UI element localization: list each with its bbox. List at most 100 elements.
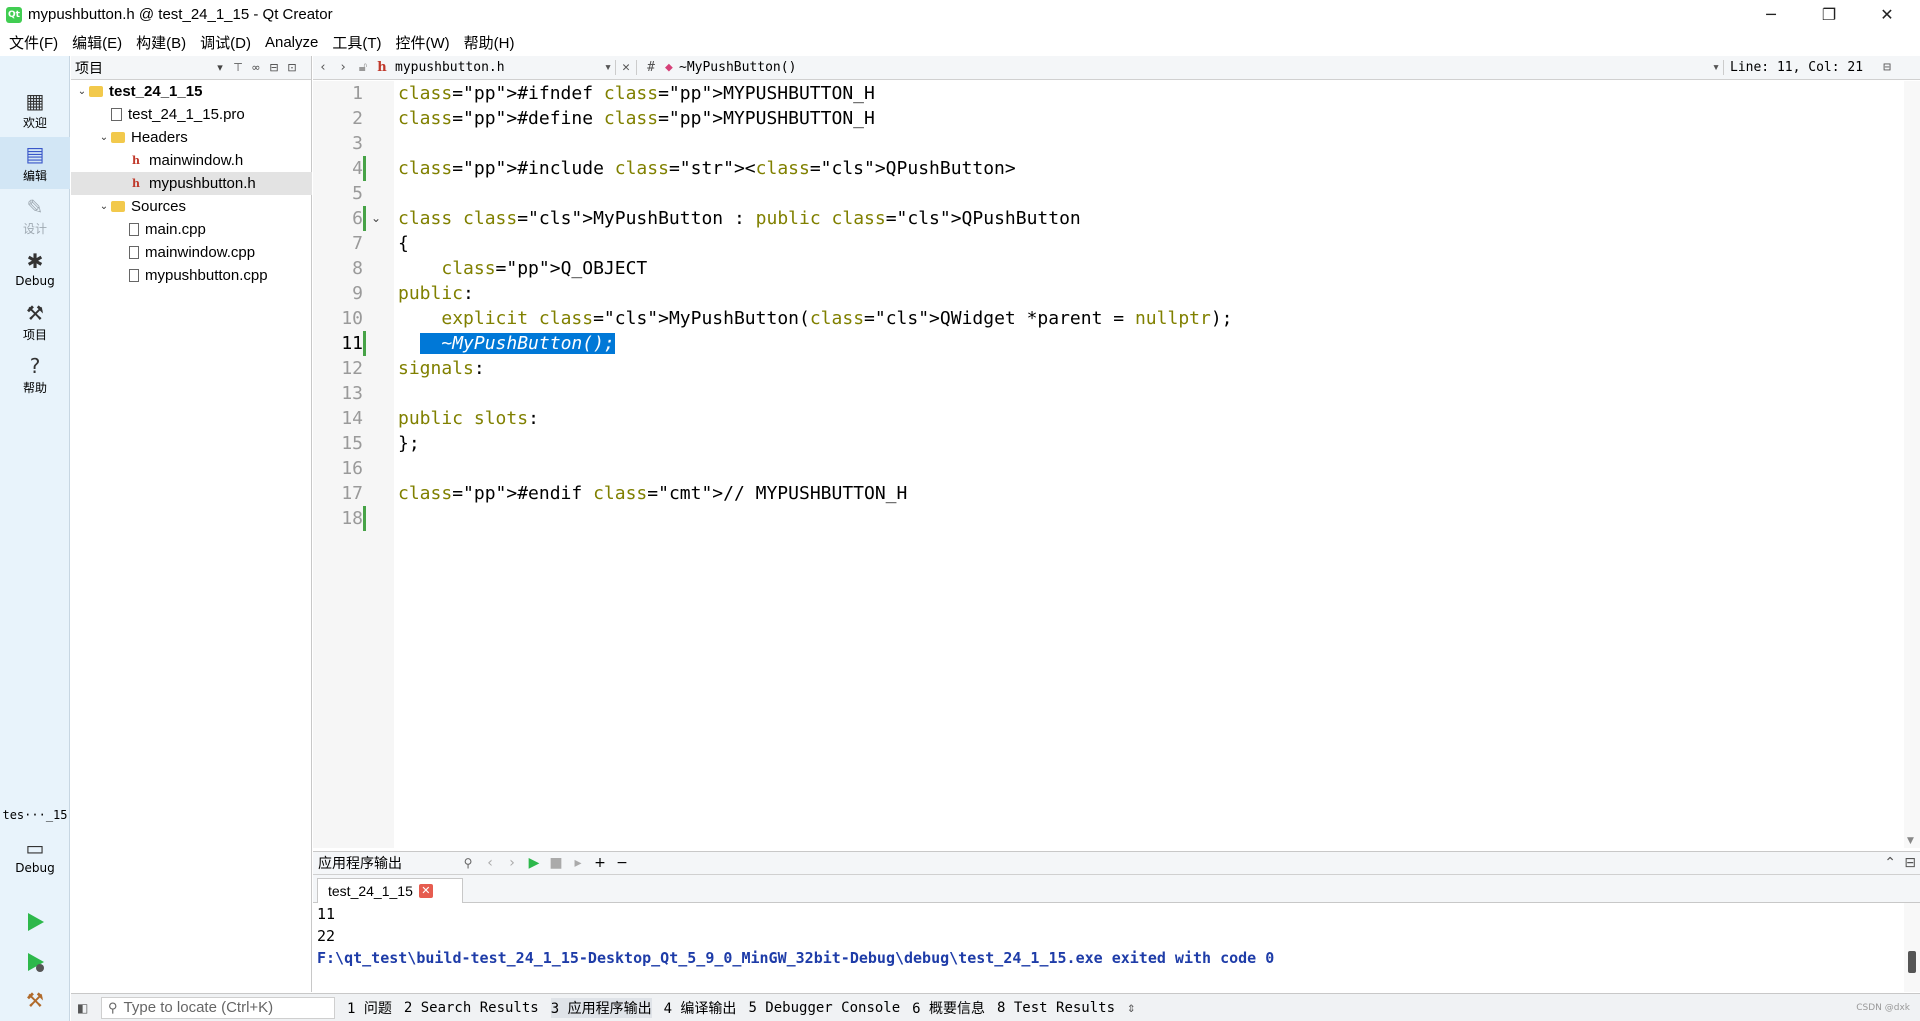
line-number[interactable]: 10	[313, 306, 363, 331]
line-number[interactable]: 16	[313, 456, 363, 481]
tree-item[interactable]: h mypushbutton.h	[71, 172, 312, 195]
line-number[interactable]: 4	[313, 156, 363, 181]
output-scroll-thumb[interactable]	[1908, 951, 1916, 973]
menu-tools[interactable]: 工具(T)	[325, 32, 388, 53]
projects-pane-title[interactable]: 项目	[75, 58, 211, 78]
chevron-down-icon[interactable]: ⌄	[97, 132, 111, 143]
menu-file[interactable]: 文件(F)	[2, 32, 65, 53]
kit-selector[interactable]: ▭ Debug	[0, 826, 70, 886]
code-editor[interactable]: class="pp">#ifndef class="pp">MYPUSHBUTT…	[394, 81, 1904, 848]
chevron-down-icon[interactable]: ▾	[601, 60, 615, 75]
run-button[interactable]	[0, 902, 70, 942]
code-line[interactable]: class="pp">#endif class="cmt">// MYPUSHB…	[398, 481, 907, 506]
mode-projects[interactable]: ⚒ 项目	[0, 296, 70, 348]
output-tab[interactable]: test_24_1_15 ✕	[317, 878, 463, 903]
line-number[interactable]: 5	[313, 181, 363, 206]
tree-item[interactable]: mainwindow.cpp	[71, 241, 312, 264]
stop-icon[interactable]: ■	[545, 855, 567, 871]
editor-scrollbar[interactable]: ▼	[1904, 81, 1920, 848]
split-icon[interactable]: ⊟	[265, 61, 283, 74]
forward-arrow-icon[interactable]: ›	[333, 60, 353, 75]
minimize-button[interactable]: ─	[1742, 0, 1800, 29]
pane-issues[interactable]: 1 问题	[347, 998, 392, 1018]
line-number[interactable]: 18	[313, 506, 363, 531]
tree-item[interactable]: h mainwindow.h	[71, 149, 312, 172]
line-number[interactable]: 9	[313, 281, 363, 306]
maximize-button[interactable]: ❐	[1800, 0, 1858, 29]
prev-icon[interactable]: ‹	[479, 855, 501, 871]
code-line[interactable]: class="pp">#include class="str"><class="…	[398, 156, 1016, 181]
back-arrow-icon[interactable]: ‹	[313, 60, 333, 75]
line-number[interactable]: 14	[313, 406, 363, 431]
code-line[interactable]: ~MyPushButton();	[398, 331, 615, 356]
mode-welcome[interactable]: ▦ 欢迎	[0, 84, 70, 136]
code-line[interactable]: explicit class="cls">MyPushButton(class=…	[398, 306, 1232, 331]
pane-test-results[interactable]: 8 Test Results	[997, 1000, 1115, 1016]
code-line[interactable]: };	[398, 431, 420, 456]
code-line[interactable]: class="pp">#define class="pp">MYPUSHBUTT…	[398, 106, 875, 131]
code-line[interactable]: {	[398, 231, 409, 256]
pane-compile-output[interactable]: 4 编译输出	[664, 998, 737, 1018]
debug-run-button[interactable]	[0, 942, 70, 982]
tree-item[interactable]: mypushbutton.cpp	[71, 264, 312, 287]
menu-edit[interactable]: 编辑(E)	[65, 32, 129, 53]
rerun-icon[interactable]: ▶	[523, 855, 545, 871]
tree-item[interactable]: ⌄ Sources	[71, 195, 312, 218]
pane-app-output[interactable]: 3 应用程序输出	[550, 997, 652, 1018]
build-button[interactable]: ⚒	[0, 980, 70, 1020]
line-number[interactable]: 12	[313, 356, 363, 381]
selected-text[interactable]: ~MyPushButton();	[419, 333, 615, 354]
zoom-out-icon[interactable]: −	[611, 855, 633, 871]
line-number[interactable]: 11	[313, 331, 363, 356]
close-output-icon[interactable]: ⊟	[1904, 855, 1916, 871]
close-window-button[interactable]: ✕	[1858, 0, 1916, 29]
menu-widgets[interactable]: 控件(W)	[389, 32, 457, 53]
line-number[interactable]: 17	[313, 481, 363, 506]
attach-icon[interactable]: ⚲	[457, 856, 479, 870]
attach-debugger-icon[interactable]: ▸	[567, 855, 589, 871]
tree-item[interactable]: ⌄ Headers	[71, 126, 312, 149]
code-line[interactable]: public:	[398, 281, 474, 306]
code-line[interactable]: class class="cls">MyPushButton : public …	[398, 206, 1081, 231]
tree-item[interactable]: ⌄ test_24_1_15	[71, 80, 312, 103]
line-number[interactable]: 7	[313, 231, 363, 256]
pane-search-results[interactable]: 2 Search Results	[404, 1000, 539, 1016]
tree-item[interactable]: main.cpp	[71, 218, 312, 241]
mode-design[interactable]: ✎ 设计	[0, 190, 70, 242]
split-editor-icon[interactable]: ⊟	[1877, 60, 1897, 75]
code-line[interactable]: public slots:	[398, 406, 539, 431]
more-panes-icon[interactable]: ⇕	[1127, 1000, 1135, 1016]
close-tab-icon[interactable]: ✕	[418, 884, 433, 898]
cursor-position[interactable]: Line: 11, Col: 21	[1723, 60, 1877, 75]
menu-debug[interactable]: 调试(D)	[193, 32, 258, 53]
line-number[interactable]: 1	[313, 81, 363, 106]
zoom-in-icon[interactable]: +	[589, 855, 611, 871]
pane-general-messages[interactable]: 6 概要信息	[912, 998, 985, 1018]
line-number[interactable]: 6	[313, 206, 363, 231]
dropdown-arrow-icon[interactable]: ▾	[211, 61, 229, 74]
next-icon[interactable]: ›	[501, 855, 523, 871]
scroll-down-icon[interactable]: ▼	[1907, 836, 1914, 846]
line-number[interactable]: 13	[313, 381, 363, 406]
mode-debug[interactable]: ✱ Debug	[0, 243, 70, 295]
locator-input[interactable]: ⚲ Type to locate (Ctrl+K)	[101, 996, 335, 1019]
link-icon[interactable]: ∞	[247, 61, 265, 74]
code-line[interactable]: signals:	[398, 356, 485, 381]
toggle-sidebar-icon[interactable]: ◧	[77, 1001, 88, 1015]
menu-help[interactable]: 帮助(H)	[457, 32, 522, 53]
chevron-down-icon[interactable]: ⌄	[75, 86, 89, 97]
pane-debugger-console[interactable]: 5 Debugger Console	[748, 1000, 900, 1016]
line-number[interactable]: 3	[313, 131, 363, 156]
mode-edit[interactable]: ▤ 编辑	[0, 137, 70, 189]
output-scrollbar[interactable]	[1904, 903, 1920, 992]
symbol-dropdown-icon[interactable]: ▾	[1709, 60, 1723, 75]
filter-icon[interactable]: ⊤	[229, 61, 247, 74]
close-pane-icon[interactable]: ⊡	[283, 61, 301, 74]
menu-analyze[interactable]: Analyze	[258, 34, 325, 51]
line-number[interactable]: 2	[313, 106, 363, 131]
symbol-selector[interactable]: ~MyPushButton()	[679, 60, 1709, 75]
close-document-icon[interactable]: ✕	[615, 60, 637, 75]
chevron-down-icon[interactable]: ⌄	[97, 201, 111, 212]
line-number[interactable]: 8	[313, 256, 363, 281]
code-line[interactable]: class="pp">Q_OBJECT	[398, 256, 647, 281]
